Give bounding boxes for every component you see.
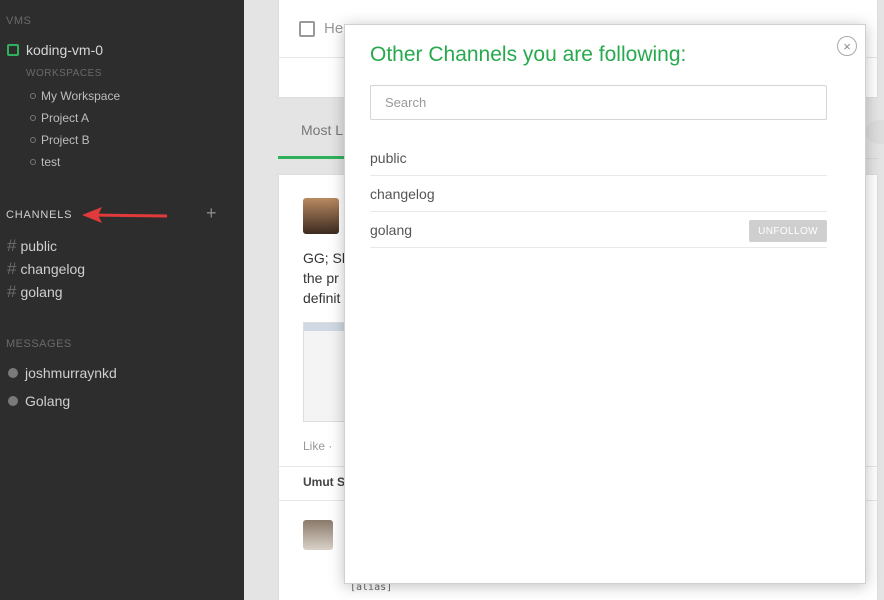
workspace-dot-icon — [30, 93, 36, 99]
workspace-item-project-b[interactable]: Project B — [30, 133, 90, 147]
message-label: joshmurraynkd — [25, 365, 117, 381]
vm-status-icon — [7, 44, 19, 56]
messages-heading: MESSAGES — [6, 338, 72, 350]
avatar[interactable] — [303, 198, 339, 234]
message-label: Golang — [25, 393, 71, 409]
post-body: GG; Sh the pr definit — [303, 248, 347, 308]
modal-title: Other Channels you are following: — [370, 43, 687, 66]
channels-heading[interactable]: CHANNELS — [6, 209, 72, 221]
post-line: definit — [303, 290, 341, 306]
workspace-label: test — [41, 155, 61, 169]
workspaces-heading: WORKSPACES — [26, 68, 102, 79]
workspace-dot-icon — [30, 159, 36, 165]
channel-name: changelog — [370, 185, 435, 202]
channel-label: golang — [20, 283, 63, 300]
channel-name: public — [370, 149, 407, 166]
sidebar-item-public[interactable]: # public — [7, 237, 57, 254]
tab-most-liked[interactable]: Most L — [301, 122, 343, 138]
plus-icon[interactable]: + — [206, 203, 217, 223]
sidebar-item-golang[interactable]: # golang — [7, 283, 63, 300]
arrow-annotation-icon — [82, 207, 168, 223]
channels-modal: Other Channels you are following: × publ… — [344, 24, 866, 584]
like-link[interactable]: Like · — [303, 439, 332, 453]
message-item-joshmurraynkd[interactable]: joshmurraynkd — [8, 365, 117, 381]
list-item[interactable]: public — [370, 140, 827, 176]
search-toggle[interactable] — [866, 120, 884, 144]
channel-label: changelog — [20, 260, 86, 277]
workspace-dot-icon — [30, 137, 36, 143]
workspace-label: Project B — [41, 133, 90, 147]
sidebar: VMS koding-vm-0 WORKSPACES My Workspace … — [0, 0, 244, 600]
channel-label: public — [20, 237, 58, 254]
list-item[interactable]: changelog — [370, 176, 827, 212]
vm-item[interactable]: koding-vm-0 — [7, 42, 103, 58]
message-item-golang[interactable]: Golang — [8, 393, 70, 409]
compose-icon — [299, 21, 315, 37]
tab-active-indicator — [278, 156, 344, 159]
sidebar-item-changelog[interactable]: # changelog — [7, 260, 85, 277]
workspace-item-project-a[interactable]: Project A — [30, 111, 89, 125]
vms-heading: VMS — [6, 15, 32, 27]
hash-icon: # — [7, 259, 17, 278]
post-line: the pr — [303, 270, 339, 286]
search-input[interactable] — [370, 85, 827, 120]
list-item[interactable]: golang UNFOLLOW — [370, 212, 827, 248]
post-line: GG; Sh — [303, 250, 347, 266]
workspace-label: My Workspace — [41, 89, 121, 103]
close-icon[interactable]: × — [837, 36, 857, 56]
followed-channel-list: public changelog golang UNFOLLOW — [370, 140, 827, 248]
hash-icon: # — [7, 236, 17, 255]
status-dot-icon — [8, 368, 18, 378]
post-image[interactable] — [303, 322, 346, 422]
workspace-item-my-workspace[interactable]: My Workspace — [30, 89, 120, 103]
avatar[interactable] — [303, 520, 333, 550]
workspace-label: Project A — [41, 111, 90, 125]
channel-name: golang — [370, 221, 413, 238]
workspace-dot-icon — [30, 115, 36, 121]
compose-placeholder: He — [324, 20, 344, 37]
vm-name: koding-vm-0 — [26, 42, 104, 58]
commenter-name[interactable]: Umut S — [303, 475, 345, 489]
unfollow-button[interactable]: UNFOLLOW — [749, 220, 827, 242]
status-dot-icon — [8, 396, 18, 406]
hash-icon: # — [7, 282, 17, 301]
workspace-item-test[interactable]: test — [30, 155, 60, 169]
